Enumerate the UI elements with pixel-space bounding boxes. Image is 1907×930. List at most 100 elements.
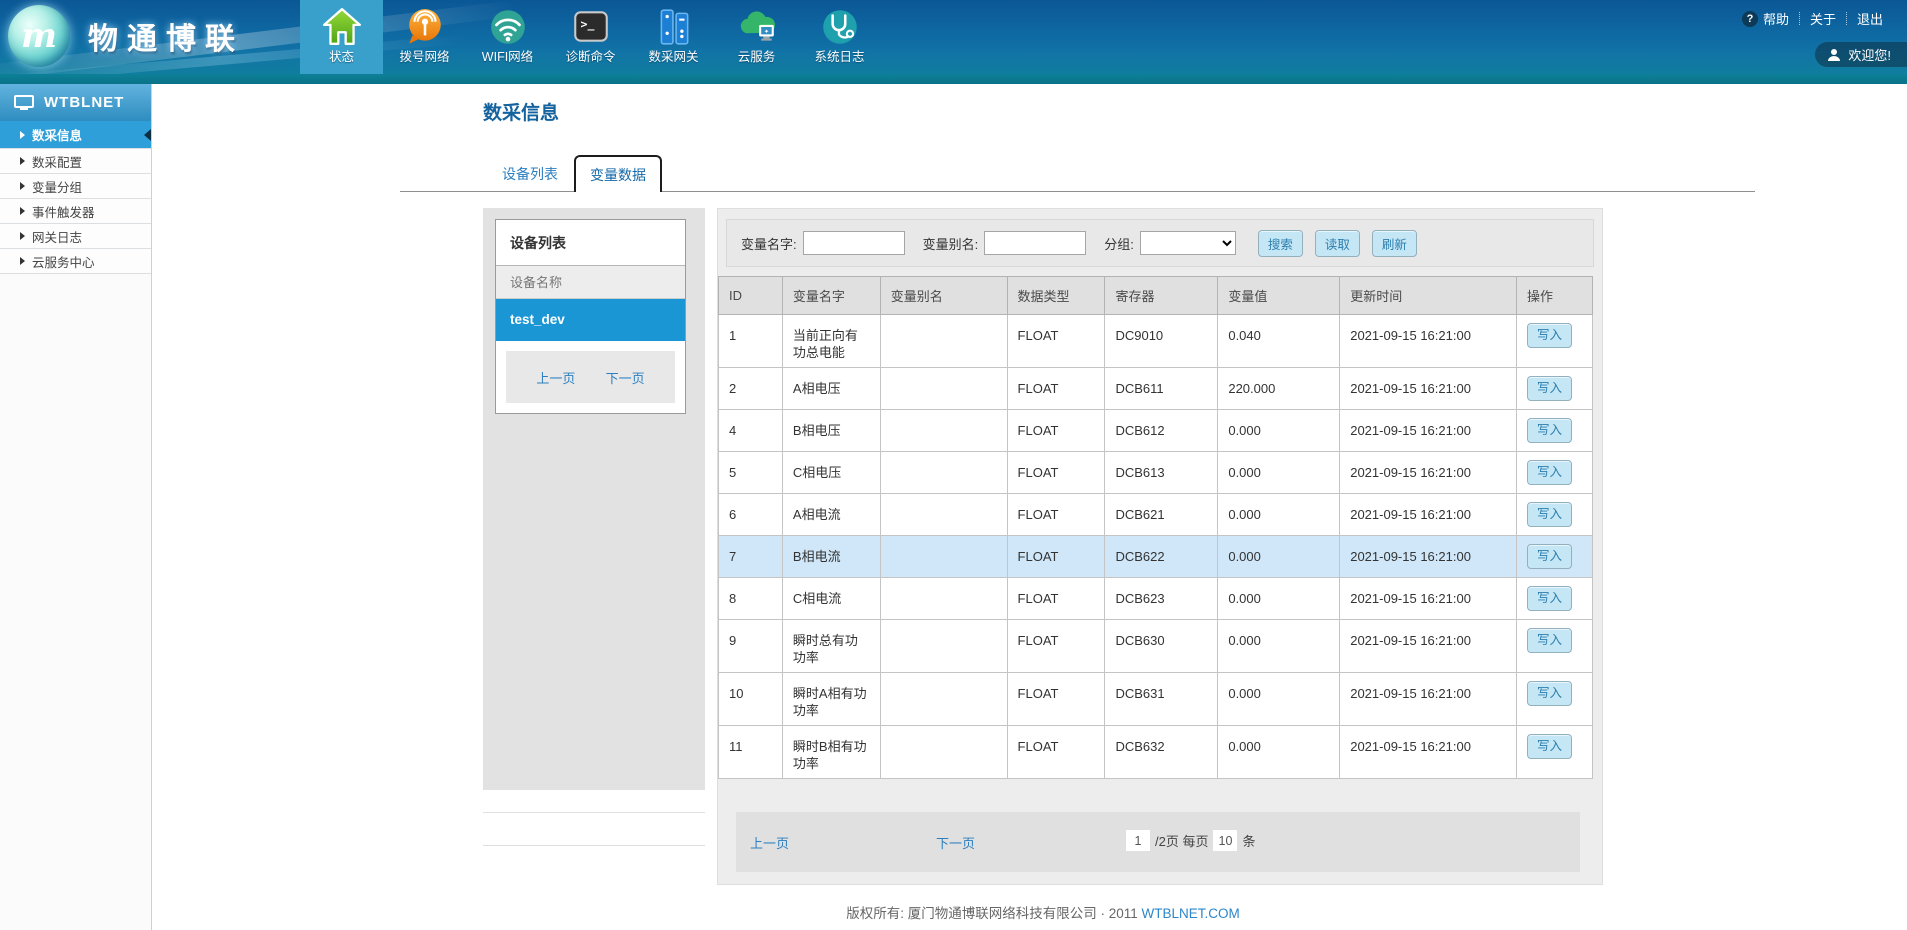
nav-item-cloud-service[interactable]: ✦ 云服务 [715,0,798,84]
table-row[interactable]: 9瞬时总有功功率FLOATDCB6300.0002021-09-15 16:21… [719,620,1593,673]
write-button[interactable]: 写入 [1527,323,1572,348]
nav-item-label: WIFI网络 [466,50,549,64]
write-button[interactable]: 写入 [1527,544,1572,569]
column-header-寄存器: 寄存器 [1105,277,1218,315]
table-row[interactable]: 5C相电压FLOATDCB6130.0002021-09-15 16:21:00… [719,452,1593,494]
gateway-icon [632,6,715,48]
write-button[interactable]: 写入 [1527,734,1572,759]
nav-item-home[interactable]: 状态 [300,0,383,84]
write-button[interactable]: 写入 [1527,681,1572,706]
read-button[interactable]: 读取 [1315,230,1360,257]
group-label: 分组: [1104,234,1134,253]
device-list-panel: 设备列表 设备名称 test_dev 上一页 下一页 [483,208,705,790]
page-title: 数采信息 [483,98,559,125]
table-row[interactable]: 7B相电流FLOATDCB6220.0002021-09-15 16:21:00… [719,536,1593,578]
wtblnet-link[interactable]: WTBLNET.COM [1142,906,1240,921]
top-header: m 物通博联 状态拨号网络WIFI网络>_诊断命令数采网关✦云服务系统日志 ?帮… [0,0,1907,84]
table-row[interactable]: 4B相电压FLOATDCB6120.0002021-09-15 16:21:00… [719,410,1593,452]
variable-data-panel: 变量名字: 变量别名: 分组: 搜索读取刷新 ID变量名字变量别名数据类型寄存器… [717,208,1603,885]
write-button[interactable]: 写入 [1527,586,1572,611]
var-name-input[interactable] [803,231,905,255]
device-row-test_dev[interactable]: test_dev [496,299,685,341]
chevron-right-icon [20,157,25,165]
nav-item-system-log[interactable]: 系统日志 [798,0,881,84]
table-row[interactable]: 1当前正向有功总电能FLOATDC90100.0402021-09-15 16:… [719,315,1593,368]
separator [1846,12,1847,25]
cell-alias [880,536,1007,578]
cell-name: C相电流 [782,578,880,620]
header-link-about[interactable]: 关于 [1810,9,1836,28]
table-pager: 上一页 下一页 /2页 每页 条 [736,812,1580,872]
cell-name: A相电流 [782,494,880,536]
search-button[interactable]: 搜索 [1258,230,1303,257]
cloud-service-icon: ✦ [715,6,798,48]
cell-value: 0.000 [1218,620,1340,673]
nav-item-gateway[interactable]: 数采网关 [632,0,715,84]
chevron-right-icon [20,232,25,240]
group-select[interactable] [1140,231,1236,255]
sidebar-item-数采信息[interactable]: 数采信息 [0,121,151,149]
sidebar-menu: 状态网关数采信息数采配置变量分组事件触发器网关日志云服务中心网络转发应用系统VP… [0,121,151,274]
cell-value: 0.000 [1218,726,1340,779]
nav-item-label: 云服务 [715,50,798,64]
copyright-text: 版权所有: 厦门物通博联网络科技有限公司 [846,906,1097,921]
table-row[interactable]: 10瞬时A相有功功率FLOATDCB6310.0002021-09-15 16:… [719,673,1593,726]
cell-value: 0.000 [1218,452,1340,494]
page-count-label: /2页 每页 [1155,831,1208,850]
write-button[interactable]: 写入 [1527,502,1572,527]
nav-item-dialup-network[interactable]: 拨号网络 [383,0,466,84]
nav-item-terminal[interactable]: >_诊断命令 [549,0,632,84]
sidebar-item-label: 数采配置 [32,152,82,171]
brand-logo-text: 物通博联 [88,14,244,58]
device-prev-page-link[interactable]: 上一页 [536,368,575,387]
tab-variable-data[interactable]: 变量数据 [574,155,662,192]
tab-device-list[interactable]: 设备列表 [502,164,558,184]
cell-type: FLOAT [1007,494,1105,536]
table-row[interactable]: 6A相电流FLOATDCB6210.0002021-09-15 16:21:00… [719,494,1593,536]
cell-id: 7 [719,536,783,578]
nav-item-wifi-network[interactable]: WIFI网络 [466,0,549,84]
table-row[interactable]: 2A相电压FLOATDCB611220.0002021-09-15 16:21:… [719,368,1593,410]
divider [483,845,705,846]
sidebar-item-数采配置[interactable]: 数采配置 [0,149,151,174]
cell-alias [880,368,1007,410]
page-size-input[interactable] [1213,830,1237,851]
cell-updated: 2021-09-15 16:21:00 [1340,536,1517,578]
write-button[interactable]: 写入 [1527,418,1572,443]
header-link-label: 帮助 [1763,9,1789,28]
table-next-page-link[interactable]: 下一页 [936,833,975,852]
sidebar-item-事件触发器[interactable]: 事件触发器 [0,199,151,224]
write-button[interactable]: 写入 [1527,628,1572,653]
cell-alias [880,410,1007,452]
sidebar-item-网关日志[interactable]: 网关日志 [0,224,151,249]
column-header-更新时间: 更新时间 [1340,277,1517,315]
table-header-row: ID变量名字变量别名数据类型寄存器变量值更新时间操作 [719,277,1593,315]
column-header-变量值: 变量值 [1218,277,1340,315]
header-link-logout[interactable]: 退出 [1857,9,1883,28]
monitor-icon [14,95,34,111]
cell-id: 5 [719,452,783,494]
terminal-icon: >_ [549,6,632,48]
sidebar-item-变量分组[interactable]: 变量分组 [0,174,151,199]
table-row[interactable]: 11瞬时B相有功功率FLOATDCB6320.0002021-09-15 16:… [719,726,1593,779]
cell-actions: 写入 [1516,315,1592,368]
cell-updated: 2021-09-15 16:21:00 [1340,726,1517,779]
cell-id: 1 [719,315,783,368]
welcome-badge[interactable]: 欢迎您! [1815,42,1907,67]
sidebar-item-label: 云服务中心 [32,252,95,271]
cell-alias [880,620,1007,673]
refresh-button[interactable]: 刷新 [1372,230,1417,257]
var-alias-input[interactable] [984,231,1086,255]
cell-id: 8 [719,578,783,620]
device-next-page-link[interactable]: 下一页 [606,368,645,387]
device-list-pager: 上一页 下一页 [506,351,675,403]
table-row[interactable]: 8C相电流FLOATDCB6230.0002021-09-15 16:21:00… [719,578,1593,620]
sidebar-item-云服务中心[interactable]: 云服务中心 [0,249,151,274]
system-log-icon [798,6,881,48]
write-button[interactable]: 写入 [1527,376,1572,401]
write-button[interactable]: 写入 [1527,460,1572,485]
header-link-help[interactable]: ?帮助 [1742,9,1789,28]
page-number-input[interactable] [1126,830,1150,851]
table-prev-page-link[interactable]: 上一页 [750,833,789,852]
chevron-right-icon [20,182,25,190]
